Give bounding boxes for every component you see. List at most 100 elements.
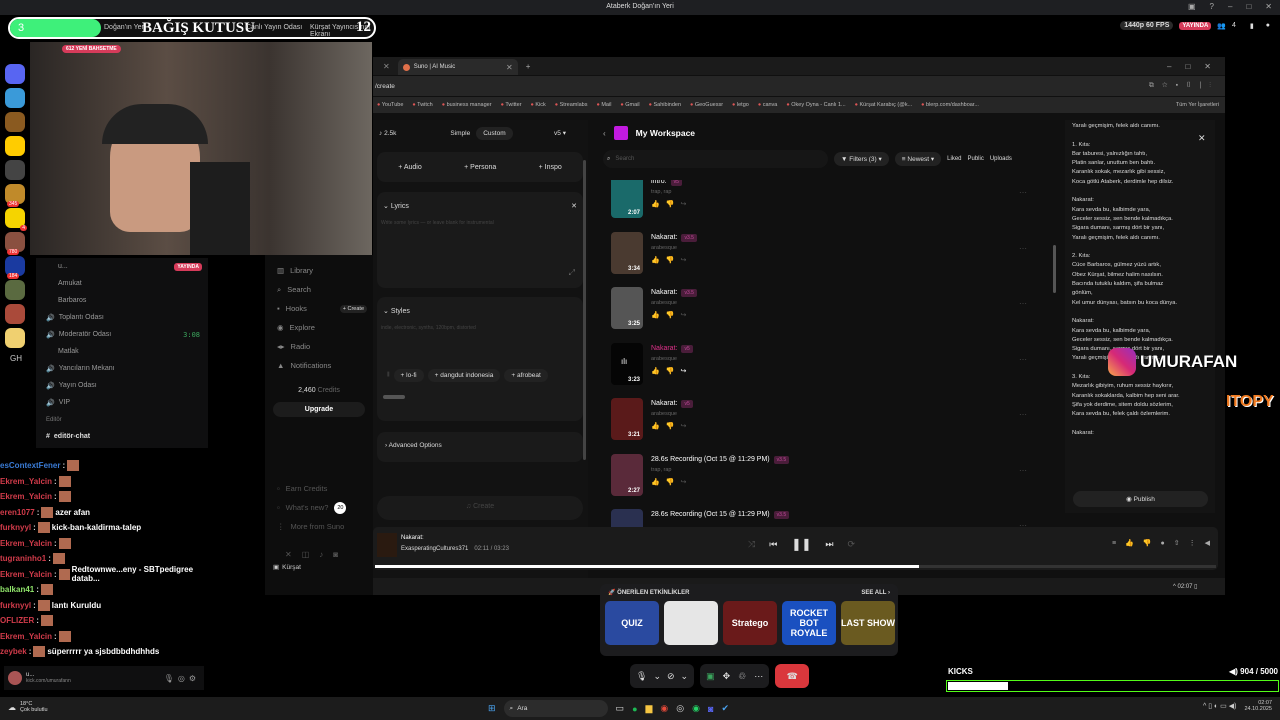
discord-icon[interactable]: ◙ xyxy=(708,704,713,714)
song-thumbnail[interactable]: 2:27 xyxy=(611,453,643,496)
server-gh[interactable]: GH xyxy=(10,354,30,363)
spotify-icon[interactable]: ● xyxy=(632,704,637,714)
discord-icon[interactable]: ◙ xyxy=(333,550,338,559)
nav-search[interactable]: ⌕ Search xyxy=(265,280,373,299)
style-tag[interactable]: + dangdut indonesia xyxy=(427,369,501,382)
song-title[interactable]: Nakarat: xyxy=(651,234,677,241)
disconnect-button[interactable]: ☎ xyxy=(775,664,810,688)
bookmark-item[interactable]: ● letgo xyxy=(732,102,749,108)
queue-icon[interactable]: ≡ xyxy=(1112,540,1116,547)
inbox-icon[interactable]: ▣ xyxy=(1188,2,1196,11)
more-options-icon[interactable]: ⋯ xyxy=(1019,410,1027,419)
bookmark-icon[interactable]: ▮ xyxy=(1250,22,1254,30)
tray-icons[interactable]: ^ ▯ ◐ ▭ ◀) xyxy=(1203,702,1236,710)
browser-toolbar-icons[interactable]: ⧉☆▪▯|⋮ xyxy=(1149,82,1225,90)
activity-tile[interactable]: Stratego xyxy=(723,601,777,645)
bookmark-item[interactable]: ● Kürşat Karabıç (@k... xyxy=(855,102,913,108)
tags-scrollbar[interactable] xyxy=(383,395,405,399)
voice-channel[interactable]: 🔊 Toplantı Odası xyxy=(36,309,208,326)
magic-wand-icon[interactable]: ✕ xyxy=(571,202,577,210)
activity-button[interactable]: ✥ xyxy=(723,671,731,682)
mic-options[interactable]: ⌄ xyxy=(653,671,661,682)
new-tab-button[interactable]: + xyxy=(526,62,531,71)
chat-username[interactable]: esContextFener xyxy=(0,461,60,470)
nav-explore[interactable]: ◉ Explore xyxy=(265,318,373,337)
bookmark-item[interactable]: ● canva xyxy=(758,102,778,108)
minimize-button[interactable]: – xyxy=(1228,2,1232,11)
dislike-icon[interactable]: 👎 xyxy=(666,257,681,264)
song-list-scrollbar[interactable] xyxy=(1053,245,1056,293)
chat-username[interactable]: Ekrem_Yalcin xyxy=(0,570,52,579)
progress-track[interactable] xyxy=(375,565,1216,568)
upgrade-button[interactable]: Upgrade xyxy=(273,402,365,417)
chat-username[interactable]: eren1077 xyxy=(0,508,35,517)
more-from-suno-link[interactable]: ⋮ More from Suno xyxy=(265,517,373,536)
url-input[interactable]: /create xyxy=(373,83,395,90)
styles-header[interactable]: ⌄ Styles xyxy=(377,297,583,325)
server-icon[interactable] xyxy=(5,304,25,324)
microphone-button[interactable]: 🎙 xyxy=(636,671,647,682)
voice-user[interactable]: Matlak xyxy=(36,343,208,360)
song-row[interactable]: 3:34 Nakarat: v3.5 arabesque 👍👎↪ ⋯ xyxy=(611,231,1051,282)
song-title[interactable]: Nakarat: xyxy=(651,400,677,407)
microphone-icon[interactable]: 🎙 xyxy=(164,674,174,683)
chat-username[interactable]: balkan41 xyxy=(0,585,34,594)
song-row[interactable]: 2:07 intro: v5 trap, rap 👍👎↪ ⋯ xyxy=(611,180,1051,226)
song-row[interactable]: 3:21 Nakarat: v5 arabesque 👍👎↪ ⋯ xyxy=(611,398,1051,448)
headphones-icon[interactable]: ◎ xyxy=(178,674,185,683)
x-icon[interactable]: ✕ xyxy=(285,550,292,559)
song-thumbnail[interactable]: 3:34 xyxy=(611,231,643,274)
close-lyrics-button[interactable]: ✕ xyxy=(1198,133,1206,144)
add-audio-button[interactable]: + Audio xyxy=(398,164,422,171)
create-hook-button[interactable]: + Create xyxy=(339,304,367,313)
like-icon[interactable]: 👍 xyxy=(651,312,666,319)
bookmark-item[interactable]: ● blerp.com/dashboar... xyxy=(921,102,979,108)
nav-library[interactable]: ▥ Library xyxy=(265,261,373,280)
song-title[interactable]: intro: xyxy=(651,180,667,185)
voice-channel[interactable]: 🔊 Yancıların Mekanı xyxy=(36,360,208,377)
instagram-icon[interactable]: ◫ xyxy=(302,550,310,559)
next-button[interactable]: ⏭ xyxy=(825,539,833,550)
nav-hooks[interactable]: ▪ Hooks + Create xyxy=(265,299,373,318)
bookmark-item[interactable]: ● Streamlabs xyxy=(555,102,588,108)
screen-share-button[interactable]: ▣ xyxy=(706,671,715,682)
more-options-icon[interactable]: ⋯ xyxy=(1019,244,1027,253)
style-tag[interactable]: + afrobeat xyxy=(504,369,548,382)
bookmark-item[interactable]: ● business manager xyxy=(442,102,492,108)
like-icon[interactable]: 👍 xyxy=(651,479,666,486)
song-title[interactable]: 28.6s Recording (Oct 15 @ 11:29 PM) xyxy=(651,456,770,463)
server-icon[interactable] xyxy=(5,112,25,132)
start-button[interactable]: ⊞ xyxy=(488,703,496,714)
camera-options[interactable]: ⌄ xyxy=(681,671,689,682)
more-icon[interactable]: ⋮ xyxy=(1189,539,1196,547)
server-icon[interactable] xyxy=(5,160,25,180)
lyrics-input[interactable]: Write some lyrics — or leave blank for i… xyxy=(377,220,583,226)
chrome-icon[interactable]: ◉ xyxy=(660,703,668,714)
panel-scrollbar[interactable] xyxy=(583,160,586,460)
like-icon[interactable]: 👍 xyxy=(651,368,666,375)
channel-category[interactable]: Editör xyxy=(36,411,208,428)
nav-radio[interactable]: ◂▸ Radio xyxy=(265,337,373,356)
sort-button[interactable]: ≡ Newest ▾ xyxy=(894,152,942,166)
song-thumbnail[interactable]: 2:07 xyxy=(611,180,643,218)
publish-button[interactable]: ◉ Publish xyxy=(1073,491,1208,507)
song-title[interactable]: 28.6s Recording (Oct 15 @ 11:29 PM) xyxy=(651,511,770,518)
artist-name[interactable]: ExasperatingCultures371 xyxy=(401,546,468,552)
lyrics-header[interactable]: ⌄ Lyrics ✕ xyxy=(377,192,583,220)
text-channel[interactable]: # editör-chat xyxy=(36,428,208,445)
more-options-button[interactable]: ⋯ xyxy=(754,671,763,682)
share-icon[interactable]: ↪ xyxy=(680,479,692,486)
create-button[interactable]: ♫ Create xyxy=(377,496,583,520)
activity-tile[interactable]: QUIZ xyxy=(605,601,659,645)
steam-icon[interactable]: ✔ xyxy=(721,703,729,714)
settings-gear-icon[interactable]: ⚙ xyxy=(189,674,196,683)
chat-username[interactable]: furknyyl xyxy=(0,523,31,532)
taskbar-search[interactable]: ⌕ Ara xyxy=(503,700,608,717)
voice-channel[interactable]: 🔊 Yayın Odası xyxy=(36,377,208,394)
bookmark-item[interactable]: ● Twitch xyxy=(412,102,432,108)
bookmark-item[interactable]: ● Twitter xyxy=(501,102,522,108)
activity-tile[interactable]: LAST SHOW xyxy=(841,601,895,645)
tab-public[interactable]: Public xyxy=(968,156,984,162)
comment-icon[interactable]: ● xyxy=(1161,540,1165,547)
song-row[interactable]: 3:25 Nakarat: v3.5 arabesque 👍👎↪ ⋯ xyxy=(611,287,1051,337)
